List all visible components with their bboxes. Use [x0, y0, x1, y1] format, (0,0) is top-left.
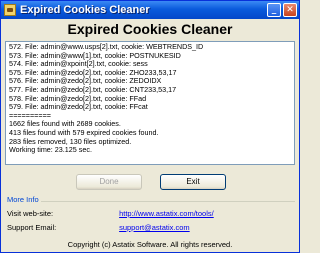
- title-bar[interactable]: Expired Cookies Cleaner _ ✕: [1, 1, 299, 19]
- log-line: 579. File: admin@zedo[2].txt, cookie: FF…: [9, 102, 148, 112]
- minimize-button[interactable]: _: [267, 3, 281, 17]
- working-time-line: Working time: 23.125 sec.: [9, 145, 92, 155]
- website-link[interactable]: http://www.astatix.com/tools/: [119, 209, 214, 218]
- email-row: Support Email: support@astatix.com: [7, 223, 190, 232]
- window-title: Expired Cookies Cleaner: [20, 4, 150, 16]
- email-label: Support Email:: [7, 223, 57, 232]
- website-row: Visit web-site: http://www.astatix.com/t…: [7, 209, 214, 218]
- more-info-label: More Info: [5, 195, 41, 204]
- copyright-text: Copyright (c) Astatix Software. All righ…: [67, 240, 233, 249]
- website-label: Visit web-site:: [7, 209, 54, 218]
- app-heading: Expired Cookies Cleaner: [67, 21, 233, 37]
- email-link[interactable]: support@astatix.com: [119, 223, 190, 232]
- exit-button[interactable]: Exit: [160, 174, 226, 190]
- cookie-icon: [4, 4, 16, 16]
- log-output[interactable]: 572. File: admin@www.usps[2].txt, cookie…: [5, 41, 295, 165]
- close-button[interactable]: ✕: [283, 3, 297, 17]
- app-window: Expired Cookies Cleaner _ ✕ Expired Cook…: [0, 0, 300, 253]
- done-button[interactable]: Done: [76, 174, 142, 190]
